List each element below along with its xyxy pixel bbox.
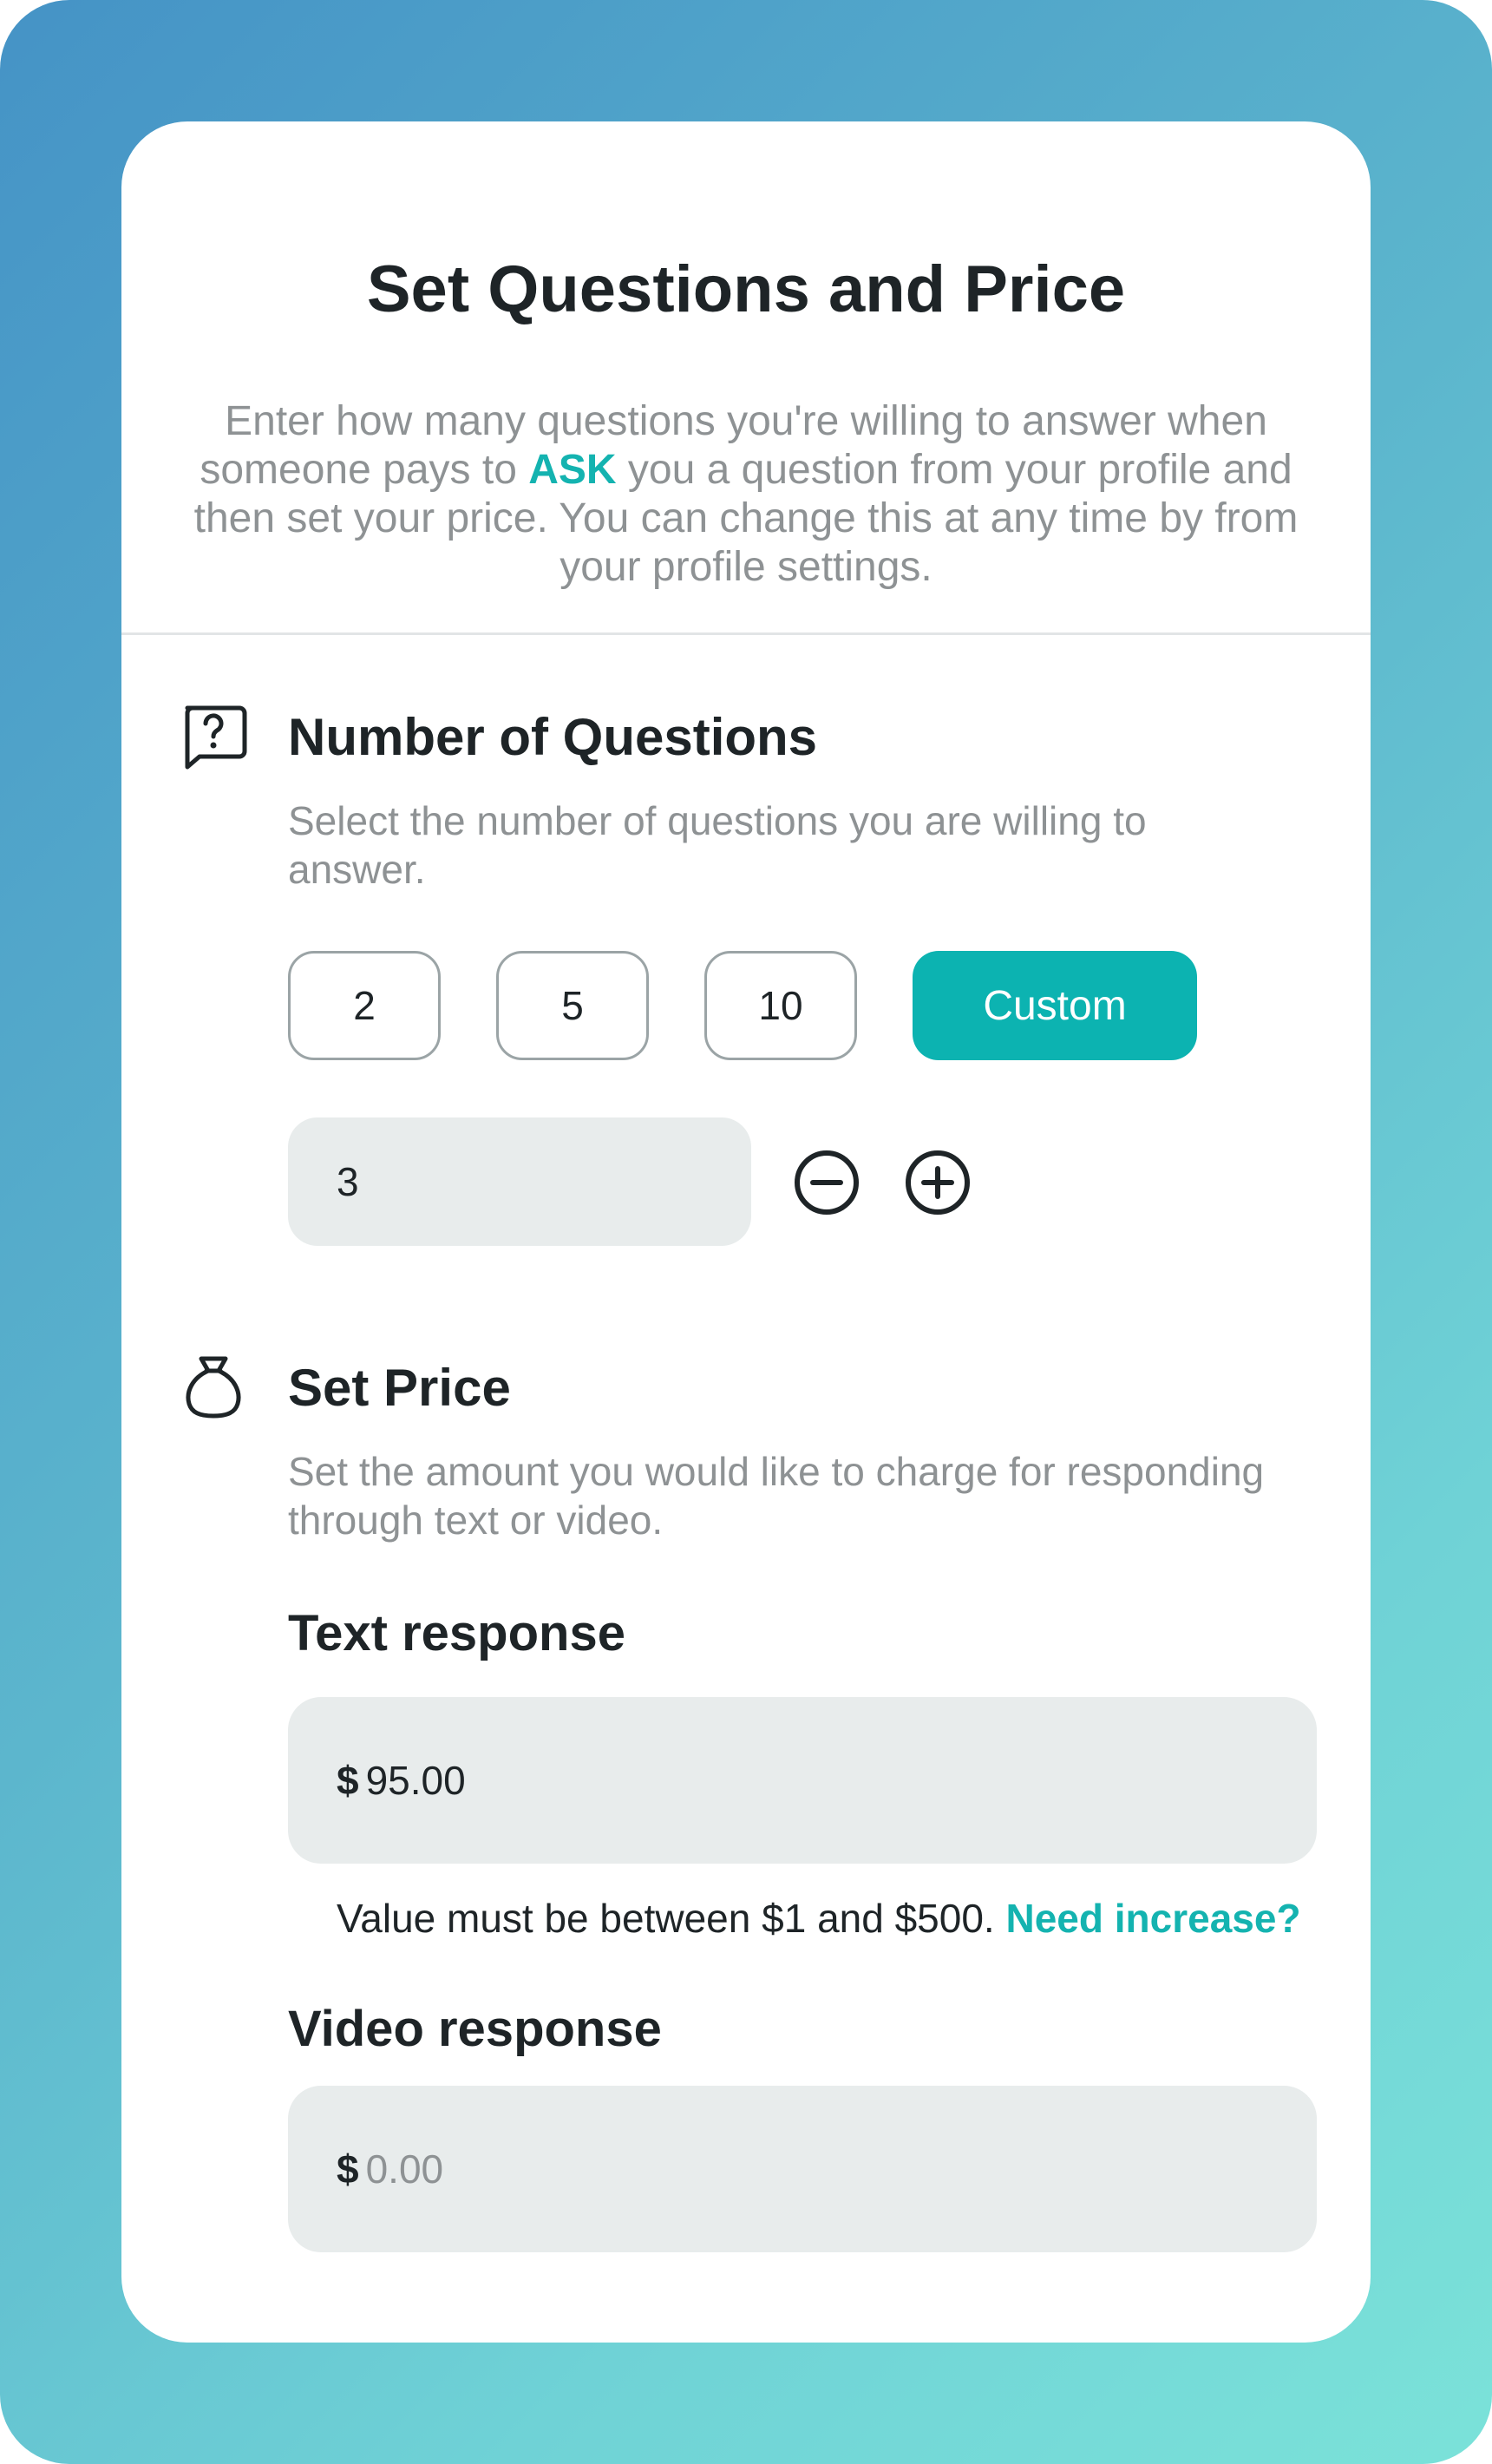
video-response-placeholder: 0.00: [365, 2146, 444, 2192]
card-header: Set Questions and Price Enter how many q…: [121, 121, 1371, 635]
page-background: Set Questions and Price Enter how many q…: [0, 0, 1492, 2464]
section-description-price: Set the amount you would like to charge …: [288, 1449, 1265, 1543]
currency-symbol: $: [337, 2146, 359, 2192]
option-button-2[interactable]: 2: [288, 951, 441, 1060]
text-response-label: Text response: [288, 1605, 625, 1661]
option-button-10[interactable]: 10: [704, 951, 857, 1060]
text-response-value: 95.00: [365, 1758, 466, 1803]
custom-option-button[interactable]: Custom: [913, 951, 1197, 1060]
money-bag-icon: [186, 1356, 241, 1419]
custom-quantity-value: 3: [337, 1159, 359, 1204]
option-button-5[interactable]: 5: [496, 951, 649, 1060]
settings-card: Set Questions and Price Enter how many q…: [121, 121, 1371, 2343]
question-bubble-icon: [185, 705, 247, 770]
section-title-questions: Number of Questions: [288, 708, 818, 766]
price-range-text: Value must be between $1 and $500.: [337, 1896, 995, 1941]
increment-button[interactable]: [904, 1149, 972, 1216]
section-description-questions: Select the number of questions you are w…: [288, 798, 1147, 892]
page-title: Set Questions and Price: [366, 252, 1126, 326]
intro-text: Enter how many questions you're willing …: [182, 397, 1310, 592]
custom-quantity-input[interactable]: 3: [288, 1117, 751, 1246]
text-response-input[interactable]: $ 95.00: [288, 1697, 1317, 1864]
currency-symbol: $: [337, 1758, 359, 1803]
need-increase-link[interactable]: Need increase?: [1006, 1896, 1301, 1941]
section-title-price: Set Price: [288, 1359, 511, 1417]
video-response-label: Video response: [288, 2001, 662, 2057]
ask-keyword: ASK: [528, 447, 617, 493]
decrement-button[interactable]: [793, 1149, 861, 1216]
price-range-hint: Value must be between $1 and $500. Need …: [337, 1898, 1301, 1938]
video-response-input[interactable]: $ 0.00: [288, 2086, 1317, 2252]
